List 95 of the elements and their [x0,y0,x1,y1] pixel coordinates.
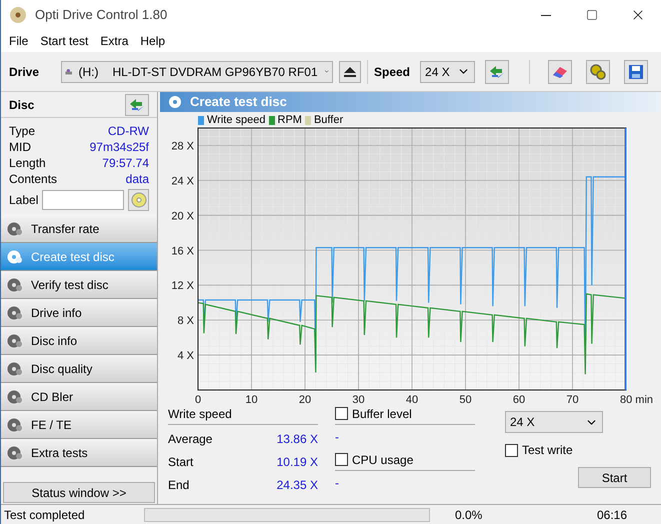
result-value: 13.86 X [276,430,318,448]
x-tick-label: 60 [512,394,526,403]
field-label: MID [9,139,31,156]
disc-heading: Disc [9,96,34,114]
minimize-icon [541,14,551,16]
disc-icon [7,360,23,376]
legend-label: RPM [278,112,302,128]
x-tick-label: 20 [298,394,312,403]
x-tick-label: 0 [194,394,202,403]
y-tick-label: 28 X [171,140,194,152]
disc-button[interactable] [128,189,149,211]
option-label: Buffer level [352,406,412,422]
y-tick-label: 16 X [171,245,194,258]
disc-icon [168,95,182,109]
field-label: Type [9,123,36,140]
nav-item[interactable]: CD Bler [1,383,157,411]
status-message: Test completed [3,506,86,524]
x-tick-label: 10 [245,394,258,403]
drive-dropdown[interactable]: (H:) HL-DT-ST DVDRAM GP96YB70 RF01 [61,60,333,82]
progress-percent: 0.0% [455,506,484,524]
result-value: 10.19 X [276,454,318,470]
drive-label: Drive [9,64,40,80]
y-tick-label: 8 X [177,315,194,328]
gears-icon [589,62,608,80]
erase-button[interactable] [548,60,572,84]
settings-button[interactable] [586,60,610,84]
menu-item[interactable]: File [3,32,34,50]
disc-icon [130,192,147,208]
result-value: 24.35 X [276,476,318,494]
option-reading: - [335,429,340,446]
write-speed-dropdown[interactable]: 24 X [505,411,603,433]
status-window-button[interactable]: Status window >> [3,482,155,503]
option-reading: - [335,475,340,492]
y-tick-label: 20 X [171,210,194,222]
disc-icon [7,276,23,292]
result-label: End [168,476,190,494]
refresh-button[interactable] [485,60,510,84]
nav-item[interactable]: Verify test disc [1,271,157,299]
y-tick-label: 24 X [171,175,194,188]
panel-title: Create test disc [190,93,287,112]
checkbox[interactable] [335,453,348,466]
x-tick-label: 80 min [620,394,654,403]
start-button[interactable]: Start [578,467,651,488]
checkbox[interactable] [505,444,518,456]
test-write-label: Test write [522,442,573,459]
checkbox[interactable] [335,407,348,420]
field-label: Length [9,155,46,172]
field-value: 79:57.74 [102,155,149,172]
results-heading: Write speed [168,403,318,425]
eject-icon [343,66,357,78]
menu-item[interactable]: Help [134,32,172,50]
field-value: data [126,171,149,188]
nav-item[interactable]: FE / TE [1,411,157,439]
disc-icon [7,304,23,320]
legend-label: Buffer [314,112,344,128]
window-title: Opti Drive Control 1.80 [35,6,168,24]
result-label: Start [168,454,194,470]
maximize-icon [586,9,598,21]
floppy-icon [628,64,644,80]
legend-label: Write speed [207,112,266,128]
menu-item[interactable]: Start test [34,32,94,50]
menu-item[interactable]: Extra [94,32,134,50]
y-tick-label: 4 X [177,350,194,362]
eject-button[interactable] [339,60,361,82]
result-label: Average [168,430,212,448]
disc-icon [7,416,23,432]
disc-icon [7,248,23,264]
nav-item[interactable]: Drive info [1,299,157,327]
y-tick-label: 12 X [171,280,194,292]
label-label: Label [9,192,38,209]
option-label: CPU usage [352,452,414,468]
nav-item[interactable]: Transfer rate [1,215,157,243]
speed-dropdown[interactable]: 24 X [420,60,476,82]
x-tick-label: 70 [566,394,579,403]
label-field[interactable] [42,190,124,210]
x-tick-label: 30 [352,394,365,403]
app-disc-icon [9,6,27,24]
x-tick-label: 40 [406,394,418,403]
disc-icon [7,388,23,404]
field-value: 97m34s25f [90,139,149,156]
disc-icon [7,444,23,460]
disc-icon [7,220,23,236]
nav-item[interactable]: Disc quality [1,355,157,383]
elapsed-time: 06:16 [596,506,627,524]
field-value: CD-RW [108,123,149,140]
save-button[interactable] [624,60,648,84]
disc-icon [7,332,23,348]
speed-label: Speed [374,64,410,80]
field-label: Contents [9,171,58,188]
refresh-disc-button[interactable] [125,94,149,116]
x-tick-label: 50 [459,394,472,403]
drive-name: HL-DT-ST DVDRAM GP96YB70 RF01 [112,64,318,80]
drive-letter: (H:) [78,64,98,80]
nav-item[interactable]: Extra tests [1,439,157,467]
nav-item[interactable]: Disc info [1,327,157,355]
